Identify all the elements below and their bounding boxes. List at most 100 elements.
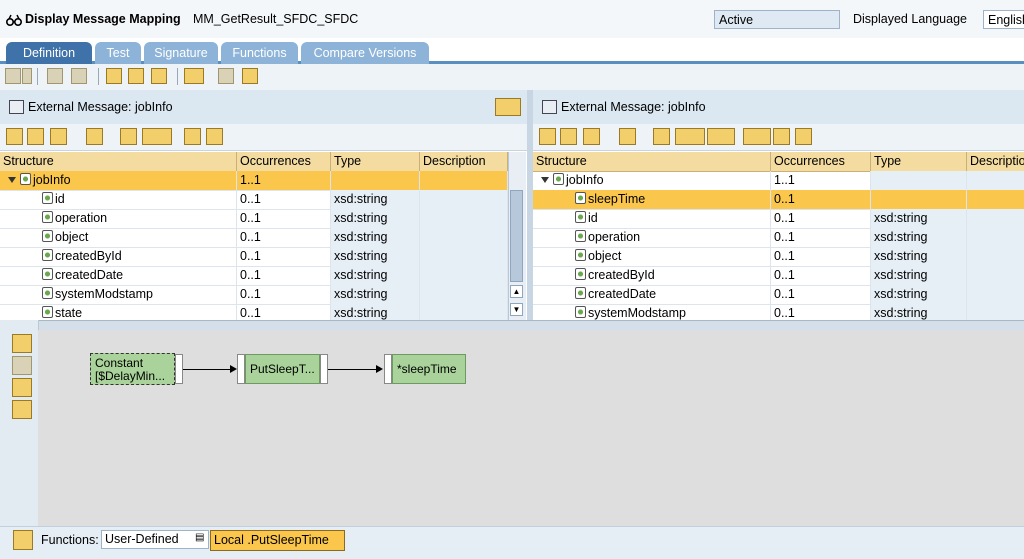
col-occurrences[interactable]: Occurrences xyxy=(237,152,331,171)
input-port[interactable] xyxy=(237,354,245,384)
table-row[interactable]: jobInfo 1..1 xyxy=(0,171,508,191)
functions-category-select[interactable]: User-Defined xyxy=(101,530,209,549)
language-field[interactable]: English xyxy=(983,10,1024,29)
constant-function-box[interactable]: Constant [$DelayMin... xyxy=(90,353,175,385)
cell-type: xsd:string xyxy=(331,247,420,266)
tab-definition[interactable]: Definition xyxy=(6,42,92,64)
cell-desc xyxy=(967,266,1024,285)
scroll-up-icon[interactable]: ▲ xyxy=(510,285,523,298)
table-row[interactable]: state 0..1 xsd:string xyxy=(0,304,508,320)
table-row[interactable]: createdById 0..1 xsd:string xyxy=(533,266,1024,286)
grid-icon[interactable] xyxy=(560,128,577,145)
col-type[interactable]: Type xyxy=(871,152,967,171)
table-row[interactable]: createdById 0..1 xsd:string xyxy=(0,247,508,267)
mapping-editor-canvas[interactable] xyxy=(38,330,1024,526)
scroll-down-icon[interactable]: ▼ xyxy=(510,303,523,316)
window-icon[interactable] xyxy=(242,68,258,84)
filter-icon[interactable] xyxy=(619,128,636,145)
table-dropdown-icon[interactable] xyxy=(743,128,771,145)
filter-dropdown-icon[interactable] xyxy=(675,128,705,145)
src-icon[interactable] xyxy=(583,128,600,145)
tab-compare-versions[interactable]: Compare Versions xyxy=(301,42,429,64)
move-icon[interactable] xyxy=(218,68,234,84)
putsleeptime-function-box[interactable]: PutSleepT... xyxy=(245,354,320,384)
window-menu-icon[interactable] xyxy=(495,98,521,116)
cell-type: xsd:string xyxy=(331,304,420,320)
col-type[interactable]: Type xyxy=(331,152,420,171)
cell-desc xyxy=(420,247,508,266)
table-row[interactable]: systemModstamp 0..1 xsd:string xyxy=(0,285,508,305)
copy-object-icon[interactable] xyxy=(5,68,21,84)
table-row[interactable]: operation 0..1 xsd:string xyxy=(0,209,508,229)
cell-occ: 0..1 xyxy=(771,228,871,247)
cell-name: systemModstamp xyxy=(533,304,771,320)
table-row[interactable]: operation 0..1 xsd:string xyxy=(533,228,1024,248)
functions-label: Functions: xyxy=(41,533,99,547)
copy-dropdown-icon[interactable] xyxy=(22,68,32,84)
scrollbar-thumb[interactable] xyxy=(510,190,523,282)
function-selector[interactable]: Local .PutSleepTime xyxy=(210,530,345,551)
output-port[interactable] xyxy=(320,354,328,384)
cell-desc xyxy=(967,304,1024,320)
binoculars-icon[interactable] xyxy=(184,128,201,145)
col-structure[interactable]: Structure xyxy=(0,152,237,171)
target-structure-table: Structure Occurrences Type Description j… xyxy=(533,152,1024,320)
filter-icon[interactable] xyxy=(86,128,103,145)
message-icon xyxy=(542,100,557,114)
target-field-box[interactable]: *sleepTime xyxy=(392,354,466,384)
export-icon[interactable] xyxy=(795,128,812,145)
tab-functions[interactable]: Functions xyxy=(221,42,298,64)
expand-icon[interactable] xyxy=(541,177,549,183)
table-row[interactable]: id 0..1 xsd:string xyxy=(0,190,508,210)
cell-occ: 0..1 xyxy=(771,266,871,285)
table-icon[interactable] xyxy=(151,68,167,84)
field-icon[interactable] xyxy=(120,128,137,145)
export-icon[interactable] xyxy=(206,128,223,145)
edit-dropdown-icon[interactable] xyxy=(707,128,735,145)
table-row[interactable]: jobInfo 1..1 xyxy=(533,171,1024,191)
switch-icon[interactable] xyxy=(47,68,63,84)
cell-name: id xyxy=(0,190,237,209)
cell-desc xyxy=(420,190,508,209)
gear-icon[interactable] xyxy=(106,68,122,84)
table-row[interactable]: sleepTime 0..1 xyxy=(533,190,1024,210)
cell-name: createdDate xyxy=(533,285,771,304)
cell-type: xsd:string xyxy=(331,228,420,247)
edit-icon[interactable] xyxy=(128,68,144,84)
node-name: operation xyxy=(55,211,108,225)
element-node-icon xyxy=(42,249,53,261)
tab-signature[interactable]: Signature xyxy=(144,42,218,64)
delete-icon[interactable] xyxy=(71,68,87,84)
table-row[interactable]: createdDate 0..1 xsd:string xyxy=(0,266,508,286)
dropdown-icon[interactable]: ▤ xyxy=(195,532,204,543)
col-description[interactable]: Description xyxy=(420,152,508,171)
cell-desc xyxy=(967,228,1024,247)
filter-dropdown-icon[interactable] xyxy=(142,128,172,145)
panel-splitter[interactable] xyxy=(527,90,533,320)
table-row[interactable]: object 0..1 xsd:string xyxy=(533,247,1024,267)
table-row[interactable]: id 0..1 xsd:string xyxy=(533,209,1024,229)
table-row[interactable]: object 0..1 xsd:string xyxy=(0,228,508,248)
function-library-icon[interactable] xyxy=(13,530,33,550)
hierarchy-icon[interactable] xyxy=(184,68,204,84)
pencil-icon[interactable] xyxy=(12,356,32,375)
col-description[interactable]: Description xyxy=(967,152,1024,171)
element-node-icon xyxy=(42,268,53,280)
tab-test[interactable]: Test xyxy=(95,42,141,64)
expand-icon[interactable] xyxy=(8,177,16,183)
structure-icon[interactable] xyxy=(12,334,32,353)
field-icon[interactable] xyxy=(653,128,670,145)
col-occurrences[interactable]: Occurrences xyxy=(771,152,871,171)
output-port[interactable] xyxy=(175,354,183,384)
binoculars-icon[interactable] xyxy=(773,128,790,145)
col-structure[interactable]: Structure xyxy=(533,152,771,171)
tree-icon[interactable] xyxy=(6,128,23,145)
grid-icon[interactable] xyxy=(27,128,44,145)
src-icon[interactable] xyxy=(50,128,67,145)
tree-icon[interactable] xyxy=(539,128,556,145)
table-row[interactable]: createdDate 0..1 xsd:string xyxy=(533,285,1024,305)
table-row[interactable]: systemModstamp 0..1 xsd:string xyxy=(533,304,1024,320)
tree-layout-icon[interactable] xyxy=(12,378,32,397)
input-port[interactable] xyxy=(384,354,392,384)
clipboard-icon[interactable] xyxy=(12,400,32,419)
